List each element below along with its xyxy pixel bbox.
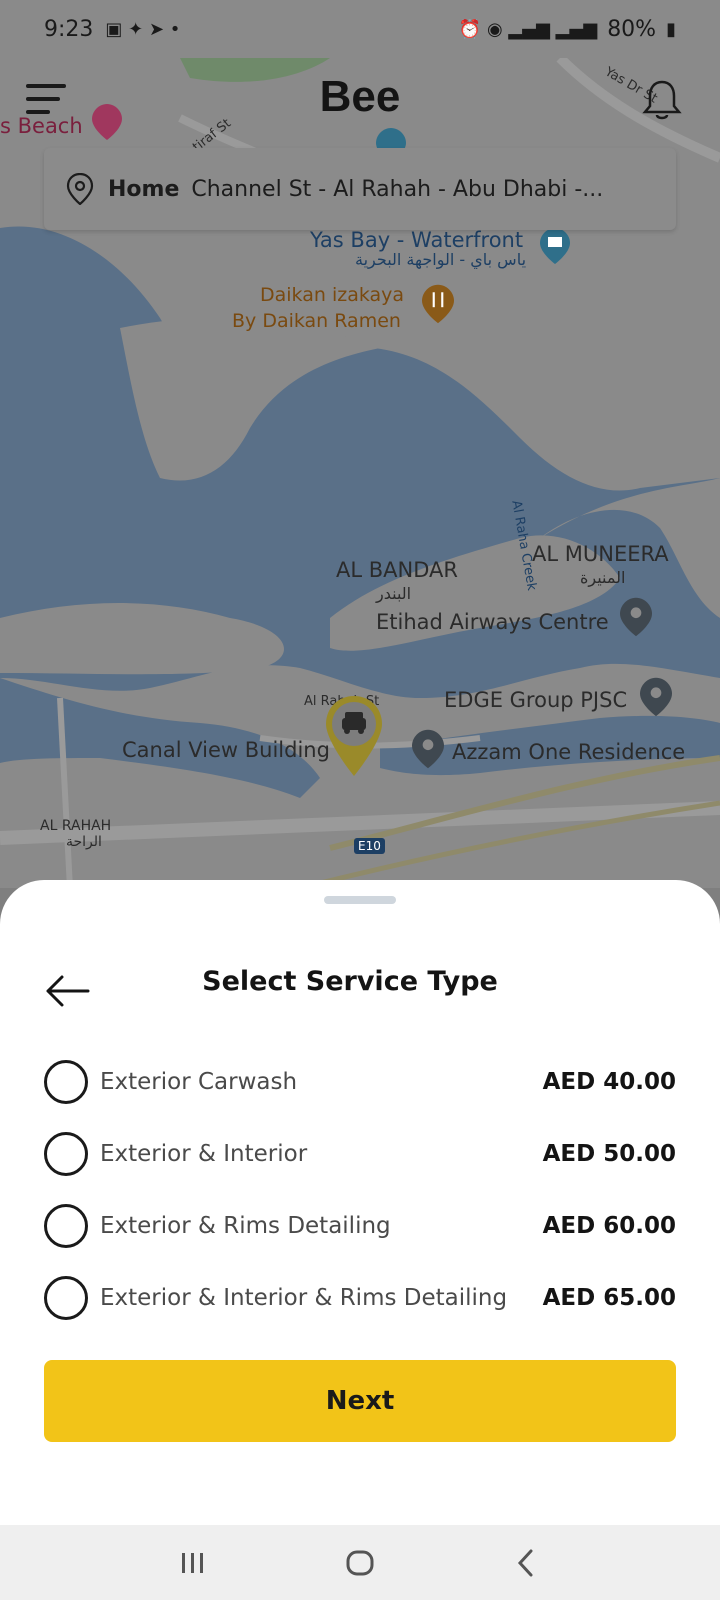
map-label-daikan-2: By Daikan Ramen <box>232 310 401 332</box>
status-time: 9:23 <box>44 16 94 42</box>
location-address: Channel St - Al Rahah - Abu Dhabi -... <box>191 176 604 202</box>
poi-edge-icon <box>640 677 672 717</box>
service-option[interactable]: Exterior & Rims Detailing AED 60.00 <box>44 1190 676 1262</box>
sheet-drag-handle[interactable] <box>324 896 396 904</box>
app-title: Bee <box>319 72 401 121</box>
location-pin-icon <box>66 173 94 205</box>
battery-level: 80% <box>607 16 657 42</box>
radio-button[interactable] <box>44 1060 88 1104</box>
map-label-al-rahah: AL RAHAH <box>40 818 112 834</box>
bell-icon[interactable] <box>640 78 684 122</box>
radio-button[interactable] <box>44 1276 88 1320</box>
map-label-al-muneera: AL MUNEERA <box>532 542 669 566</box>
service-option-label: Exterior Carwash <box>100 1069 298 1095</box>
service-type-sheet: Select Service Type Exterior Carwash AED… <box>0 880 720 1525</box>
service-option-label: Exterior & Interior & Rims Detailing <box>100 1285 508 1311</box>
poi-azzam-icon <box>412 729 444 769</box>
service-option[interactable]: Exterior Carwash AED 40.00 <box>44 1046 676 1118</box>
map-label-al-bandar: AL BANDAR <box>336 558 458 582</box>
poi-etihad-icon <box>620 597 652 637</box>
home-icon[interactable] <box>340 1543 380 1583</box>
map-label-yas-bay-ar: ياس باي - الواجهة البحرية <box>355 250 527 269</box>
system-nav-bar <box>0 1525 720 1600</box>
service-option-price: AED 50.00 <box>542 1141 676 1167</box>
app-header: Bee <box>0 58 720 148</box>
sheet-title: Select Service Type <box>202 966 498 997</box>
map-label-yas-bay: Yas Bay - Waterfront <box>310 228 524 252</box>
location-bar[interactable]: Home Channel St - Al Rahah - Abu Dhabi -… <box>44 148 676 230</box>
map-label-etihad: Etihad Airways Centre <box>376 610 609 634</box>
radio-button[interactable] <box>44 1132 88 1176</box>
map-label-road-code: E10 <box>354 838 385 854</box>
service-option-label: Exterior & Rims Detailing <box>100 1213 391 1239</box>
service-options-list: Exterior Carwash AED 40.00 Exterior & In… <box>44 1046 676 1334</box>
service-option-price: AED 40.00 <box>542 1069 676 1095</box>
back-nav-icon[interactable] <box>507 1543 547 1583</box>
notification-icons: ▣ ✦ ➤ • <box>105 18 181 40</box>
service-option-price: AED 60.00 <box>542 1213 676 1239</box>
service-option-price: AED 65.00 <box>542 1285 676 1311</box>
poi-restaurant-icon <box>422 284 454 324</box>
battery-icon: ▮ <box>666 18 676 40</box>
status-bar: 9:23 ▣ ✦ ➤ • ⏰ ◉ ▂▄▆ ▂▄▆ 80% ▮ <box>0 0 720 58</box>
map-label-al-muneera-ar: المنيرة <box>580 568 626 587</box>
poi-yas-bay-icon <box>540 228 570 264</box>
map-label-al-rahah-ar: الراحة <box>66 834 102 850</box>
next-button[interactable]: Next <box>44 1360 676 1442</box>
car-location-marker-icon[interactable] <box>326 696 382 776</box>
map-label-azzam: Azzam One Residence <box>452 740 686 764</box>
map-label-canal-view: Canal View Building <box>122 738 330 762</box>
map-label-al-bandar-ar: البندر <box>376 584 412 603</box>
map-label-edge: EDGE Group PJSC <box>444 688 628 712</box>
service-option-label: Exterior & Interior <box>100 1141 308 1167</box>
service-option[interactable]: Exterior & Interior AED 50.00 <box>44 1118 676 1190</box>
location-label: Home <box>108 176 180 202</box>
signal-icons: ⏰ ◉ ▂▄▆ ▂▄▆ <box>458 18 598 40</box>
service-option[interactable]: Exterior & Interior & Rims Detailing AED… <box>44 1262 676 1334</box>
radio-button[interactable] <box>44 1204 88 1248</box>
map-label-daikan-1: Daikan izakaya <box>260 284 405 306</box>
recent-apps-icon[interactable] <box>173 1543 213 1583</box>
